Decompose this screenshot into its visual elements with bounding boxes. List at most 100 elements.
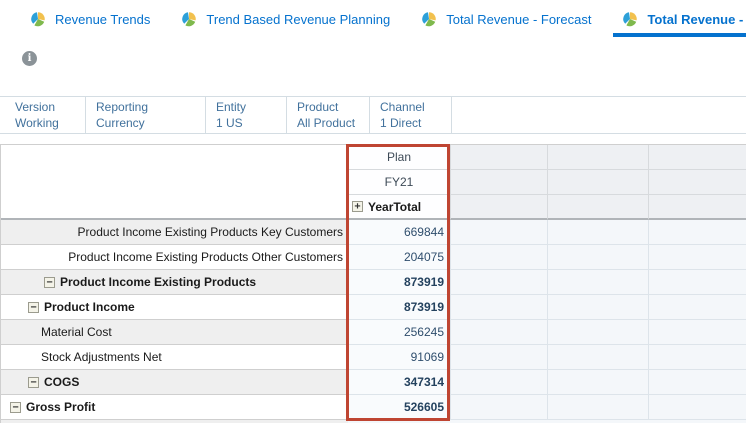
collapse-icon[interactable]: − [10, 402, 21, 413]
pov-version[interactable]: Version Working [0, 97, 86, 133]
pie-chart-icon [421, 11, 437, 27]
table-row: − COGS 347314 [1, 370, 746, 395]
column-header-empty [451, 195, 548, 220]
data-cell-empty[interactable] [649, 245, 746, 270]
tab-revenue-trends[interactable]: Revenue Trends [28, 0, 152, 38]
data-cell-empty[interactable] [451, 320, 548, 345]
data-cell-empty[interactable] [548, 345, 649, 370]
data-cell-empty[interactable] [451, 370, 548, 395]
column-header-scenario[interactable]: Plan [348, 145, 451, 170]
row-header[interactable]: Material Cost [1, 320, 348, 345]
data-cell-empty[interactable] [649, 220, 746, 245]
data-cell-empty[interactable] [649, 295, 746, 320]
data-cell-empty[interactable] [548, 220, 649, 245]
row-header-label: COGS [44, 375, 79, 389]
pie-chart-icon [181, 11, 197, 27]
collapse-icon[interactable]: − [28, 302, 39, 313]
table-row: − Product Income Existing Products 87391… [1, 270, 746, 295]
table-row: − Gross Profit 526605 [1, 395, 746, 420]
column-header-label: YearTotal [368, 200, 421, 214]
header-corner [1, 170, 348, 195]
tab-label: Revenue Trends [55, 12, 150, 27]
pov-dimension-name: Product [297, 99, 363, 115]
column-header-empty [548, 195, 649, 220]
data-cell-empty[interactable] [548, 270, 649, 295]
pov-member: All Product [297, 115, 363, 131]
tab-total-revenue-plan[interactable]: Total Revenue - Plan [620, 0, 746, 38]
table-row: Product Income Existing Products Other C… [1, 245, 746, 270]
header-row-period: + YearTotal [1, 195, 746, 220]
data-cell-empty[interactable] [451, 395, 548, 420]
pov-member: Working [15, 115, 79, 131]
data-cell-empty[interactable] [451, 245, 548, 270]
data-cell[interactable]: 347314 [348, 370, 451, 395]
data-cell-empty[interactable] [649, 320, 746, 345]
pov-filler [452, 97, 746, 133]
data-cell-empty[interactable] [548, 245, 649, 270]
pov-bar: Version Working Reporting Currency USD E… [0, 96, 746, 134]
pov-member: 1 Direct [380, 115, 445, 131]
data-cell-empty[interactable] [649, 370, 746, 395]
data-cell-empty[interactable] [649, 270, 746, 295]
pov-reporting-currency[interactable]: Reporting Currency USD [86, 97, 206, 133]
expand-icon[interactable]: + [352, 201, 363, 212]
column-header-empty [548, 170, 649, 195]
pov-entity[interactable]: Entity 1 US [206, 97, 287, 133]
row-header[interactable]: − Product Income [1, 295, 348, 320]
row-header[interactable]: − Gross Profit [1, 395, 348, 420]
column-header-period[interactable]: + YearTotal [348, 195, 451, 220]
table-row: Material Cost 256245 [1, 320, 746, 345]
data-cell-empty[interactable] [548, 395, 649, 420]
tab-label: Trend Based Revenue Planning [206, 12, 390, 27]
data-cell[interactable]: 91069 [348, 345, 451, 370]
collapse-icon[interactable]: − [44, 277, 55, 288]
data-cell[interactable]: 873919 [348, 295, 451, 320]
column-header-empty [649, 170, 746, 195]
data-cell-empty[interactable] [451, 270, 548, 295]
pov-product[interactable]: Product All Product [287, 97, 370, 133]
pov-dimension-name: Version [15, 99, 79, 115]
header-corner [1, 195, 348, 220]
row-header[interactable]: − Product Income Existing Products [1, 270, 348, 295]
data-cell-empty[interactable] [548, 295, 649, 320]
pov-dimension-name: Entity [216, 99, 280, 115]
data-cell-empty[interactable] [548, 320, 649, 345]
header-corner [1, 145, 348, 170]
data-cell[interactable]: 873919 [348, 270, 451, 295]
table-row: − Product Income 873919 [1, 295, 746, 320]
data-cell[interactable]: 526605 [348, 395, 451, 420]
header-row-year: FY21 [1, 170, 746, 195]
info-icon[interactable]: i [22, 51, 37, 66]
row-header[interactable]: Product Income Existing Products Other C… [1, 245, 348, 270]
tab-total-revenue-forecast[interactable]: Total Revenue - Forecast [419, 0, 593, 38]
data-cell[interactable]: 204075 [348, 245, 451, 270]
tab-bar: Revenue Trends Trend Based Revenue Plann… [0, 0, 746, 38]
data-cell-empty[interactable] [649, 395, 746, 420]
data-cell-empty[interactable] [649, 345, 746, 370]
collapse-icon[interactable]: − [28, 377, 39, 388]
column-header-empty [451, 170, 548, 195]
planning-form-page: Revenue Trends Trend Based Revenue Plann… [0, 0, 746, 423]
data-cell[interactable]: 669844 [348, 220, 451, 245]
column-header-empty [649, 145, 746, 170]
row-header[interactable]: Stock Adjustments Net [1, 345, 348, 370]
row-header-label: Gross Profit [26, 400, 95, 414]
pie-chart-icon [622, 11, 638, 27]
data-cell-empty[interactable] [451, 345, 548, 370]
row-header[interactable]: Product Income Existing Products Key Cus… [1, 220, 348, 245]
column-header-year[interactable]: FY21 [348, 170, 451, 195]
pov-member: USD [96, 131, 199, 133]
pov-dimension-name: Reporting Currency [96, 99, 199, 131]
pov-dimension-name: Channel [380, 99, 445, 115]
pov-channel[interactable]: Channel 1 Direct [370, 97, 452, 133]
table-row: Stock Adjustments Net 91069 [1, 345, 746, 370]
data-cell[interactable]: 256245 [348, 320, 451, 345]
column-header-empty [649, 195, 746, 220]
tab-label: Total Revenue - Plan [647, 12, 746, 27]
data-grid: Plan FY21 + YearTotal Product Inc [0, 144, 746, 423]
row-header[interactable]: − COGS [1, 370, 348, 395]
data-cell-empty[interactable] [451, 295, 548, 320]
tab-trend-based-revenue-planning[interactable]: Trend Based Revenue Planning [179, 0, 392, 38]
data-cell-empty[interactable] [451, 220, 548, 245]
data-cell-empty[interactable] [548, 370, 649, 395]
